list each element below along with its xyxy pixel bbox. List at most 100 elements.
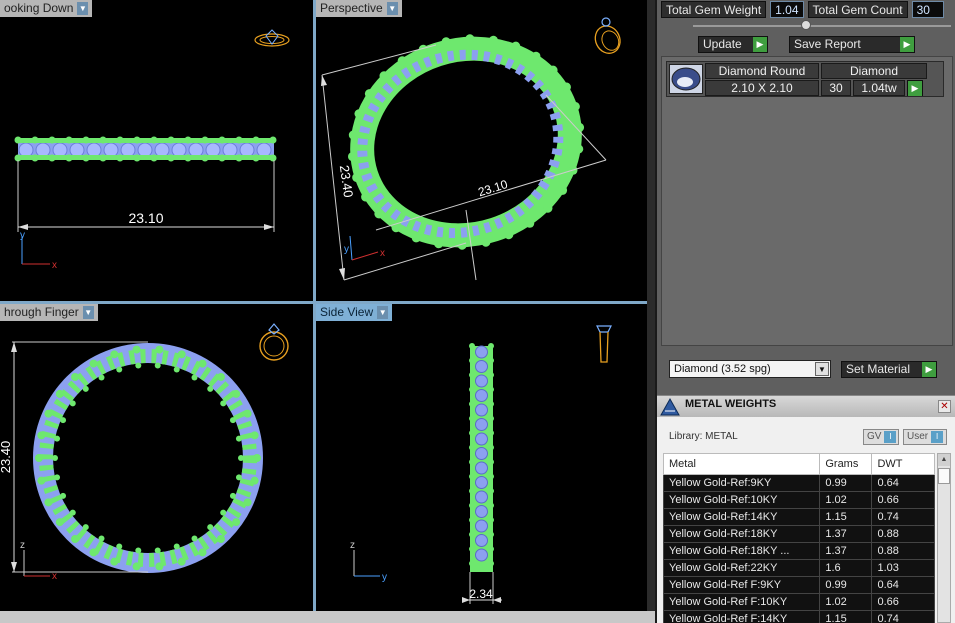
play-arrow-icon: ▶	[753, 37, 767, 52]
prong	[216, 535, 225, 544]
table-row[interactable]: Yellow Gold-Ref F:9KY 0.99 0.64	[662, 576, 935, 594]
prong	[177, 557, 186, 566]
user-toggle[interactable]: User I	[903, 429, 947, 445]
prong	[55, 518, 64, 527]
gem-thumbnail	[669, 64, 703, 94]
gem-totals-row: Total Gem Weight 1.04 Total Gem Count 30	[661, 1, 944, 18]
cell-dwt: 0.64	[871, 576, 935, 594]
scroll-thumb[interactable]	[938, 468, 950, 484]
prong	[469, 502, 475, 509]
gem-stone	[256, 142, 272, 158]
prong	[488, 386, 494, 393]
column-header-dwt[interactable]: DWT	[871, 453, 935, 475]
view-label-looking-down[interactable]: ooking Down ▼	[0, 0, 93, 17]
chevron-down-icon[interactable]: ▼	[815, 362, 829, 376]
gem-count: 30	[821, 80, 851, 96]
table-row[interactable]: Yellow Gold-Ref:10KY 1.02 0.66	[662, 491, 935, 509]
prong-inner	[220, 400, 227, 407]
axis-h	[351, 251, 379, 261]
prong	[99, 136, 107, 144]
cell-metal: Yellow Gold-Ref:22KY	[662, 559, 821, 577]
gem-stone	[475, 360, 488, 373]
gem-detail-button[interactable]: ▶	[907, 80, 923, 96]
prong	[243, 409, 252, 418]
cell-grams: 0.99	[819, 474, 873, 492]
view-label-through-finger[interactable]: hrough Finger ▼	[0, 304, 98, 321]
update-button[interactable]: Update ▶	[698, 36, 768, 53]
dimension-arrow	[11, 342, 17, 352]
table-row[interactable]: Yellow Gold-Ref:18KY 1.37 0.88	[662, 525, 935, 543]
axis-v-label: y	[20, 230, 25, 241]
prong	[55, 389, 64, 398]
viewport-splitter-vertical[interactable]	[313, 0, 316, 611]
prong	[71, 372, 80, 381]
zoom-slider-thumb[interactable]	[801, 20, 811, 30]
table-row[interactable]: Yellow Gold-Ref F:14KY 1.15 0.74	[662, 610, 935, 623]
table-row[interactable]: Yellow Gold-Ref:9KY 0.99 0.64	[662, 474, 935, 492]
table-row[interactable]: Yellow Gold-Ref F:10KY 1.02 0.66	[662, 593, 935, 611]
prong	[116, 136, 124, 144]
view-label-text: hrough Finger	[4, 305, 79, 319]
cell-grams: 1.15	[819, 508, 873, 526]
view-label-side-view[interactable]: Side View ▼	[316, 304, 393, 321]
cell-grams: 1.02	[819, 491, 873, 509]
table-row[interactable]: Yellow Gold-Ref:18KY ... 1.37 0.88	[662, 542, 935, 560]
view-label-text: Perspective	[320, 1, 383, 15]
extension-line	[343, 242, 467, 281]
cell-metal: Yellow Gold-Ref:14KY	[662, 508, 821, 526]
viewport-side-view[interactable]: 2.34 z y Side View ▼	[316, 304, 647, 611]
prong	[198, 548, 207, 557]
viewport-through-finger[interactable]: 23.40 z x hrough Finger ▼	[0, 304, 313, 611]
prong	[469, 546, 475, 552]
viewport-splitter-horizontal[interactable]	[0, 301, 647, 304]
prong	[250, 476, 259, 485]
prong	[469, 473, 475, 480]
gem-stone	[475, 389, 488, 402]
set-material-button[interactable]: Set Material ▶	[841, 361, 937, 378]
viewport-perspective[interactable]: 23.40 23.10 y x Perspective ▼	[316, 0, 647, 301]
gem-list-item[interactable]: Diamond Round Diamond 2.10 X 2.10 30 1.0…	[666, 61, 944, 97]
table-scrollbar[interactable]: ▲	[937, 453, 951, 623]
prong	[150, 136, 158, 144]
gem-stone	[137, 142, 153, 158]
save-report-button[interactable]: Save Report ▶	[789, 36, 915, 53]
zoom-slider-track[interactable]	[693, 25, 951, 27]
material-select[interactable]: Diamond (3.52 spg) ▼	[669, 360, 831, 378]
prong	[155, 562, 164, 571]
prong-inner	[191, 535, 198, 542]
chevron-down-icon[interactable]: ▼	[377, 306, 389, 319]
chevron-down-icon[interactable]: ▼	[77, 2, 89, 15]
prong	[469, 488, 475, 494]
prong	[198, 359, 207, 368]
chevron-down-icon[interactable]: ▼	[386, 2, 398, 15]
prong	[253, 454, 261, 462]
gem-stone	[69, 142, 85, 158]
dimension-arrow	[493, 597, 501, 603]
close-icon[interactable]: ✕	[938, 400, 951, 413]
gv-toggle[interactable]: GV I	[863, 429, 899, 445]
gem-stone	[475, 403, 488, 417]
gem-stone	[222, 142, 238, 158]
dimension-label: 2.34	[469, 587, 493, 601]
prong-inner	[238, 455, 244, 461]
view-label-perspective[interactable]: Perspective ▼	[316, 0, 402, 17]
prong	[167, 136, 175, 144]
chevron-down-icon[interactable]: ▼	[82, 306, 94, 319]
dimension-label-diagonal: 23.10	[476, 177, 509, 199]
dimension-label: 23.10	[128, 210, 163, 226]
total-gem-count-value: 30	[911, 1, 944, 18]
ring-side-icon	[596, 325, 612, 363]
through-finger-canvas: 23.40 z x	[0, 323, 289, 582]
prong	[252, 154, 260, 162]
prong	[232, 389, 241, 398]
table-row[interactable]: Yellow Gold-Ref:22KY 1.6 1.03	[662, 559, 935, 577]
scroll-up-icon[interactable]: ▲	[938, 454, 950, 466]
prong	[469, 401, 475, 407]
cell-dwt: 0.88	[871, 525, 935, 543]
column-header-metal[interactable]: Metal	[662, 453, 821, 475]
column-header-grams[interactable]: Grams	[819, 453, 873, 475]
gem-stone	[35, 142, 51, 158]
viewport-looking-down[interactable]: 23.10 y x ooking Down ▼	[0, 0, 313, 301]
table-row[interactable]: Yellow Gold-Ref:14KY 1.15 0.74	[662, 508, 935, 526]
prong	[232, 518, 241, 527]
